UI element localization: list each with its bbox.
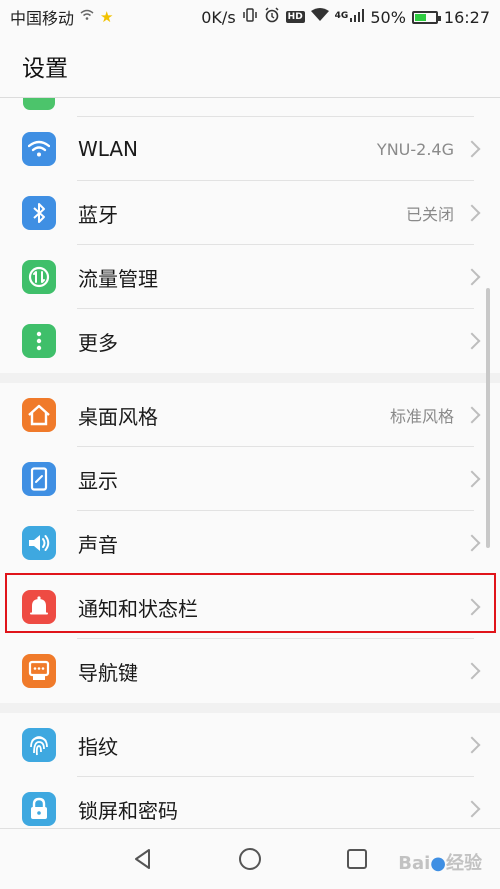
wifi-calling-icon [80,9,94,25]
vibrate-icon [242,8,258,26]
settings-item-label: 锁屏和密码 [78,798,178,823]
chevron-right-icon [463,268,481,286]
network-speed: 0K/s [201,7,236,27]
network-type: 4G [334,11,349,21]
settings-item-label: 流量管理 [78,266,158,291]
chevron-right-icon [463,800,481,818]
home-button[interactable] [230,839,270,879]
partial-list-item [0,98,500,117]
chevron-right-icon [463,598,481,616]
status-bar: 中国移动 ★ 0K/s HD 4G 50% 16:27 [0,0,500,34]
settings-list[interactable]: WLAN YNU-2.4G 蓝牙 已关闭流量管理更多 桌面风格 标准风格显示声音通知和状… [0,98,500,828]
battery-icon [411,10,441,24]
settings-item-2-0[interactable]: 指纹 [0,713,500,777]
chevron-right-icon [463,534,481,552]
settings-item-label: 更多 [78,330,118,355]
recents-square-icon [346,849,367,869]
lock-icon [22,792,56,826]
page-title: 设置 [22,55,68,82]
wifi-signal-icon [310,8,329,26]
settings-item-label: 显示 [78,468,118,493]
settings-item-2-1[interactable]: 锁屏和密码 [0,777,500,828]
settings-item-label: 导航键 [78,660,138,685]
clock: 16:27 [443,7,490,27]
settings-item-value: 标准风格 [389,407,454,426]
carrier-label: 中国移动 [10,9,75,28]
wifi-icon [22,132,56,166]
display-icon [22,462,56,496]
fingerprint-icon [22,728,56,762]
back-button[interactable] [123,839,163,879]
more-icon [22,324,56,358]
settings-item-value: 已关闭 [405,205,454,224]
chevron-right-icon [463,470,481,488]
settings-item-label: WLAN [78,137,139,161]
settings-group-security: 指纹 锁屏和密码 [0,713,500,828]
alarm-icon [264,7,280,27]
cell-signal-icon [350,8,365,26]
chevron-right-icon [463,662,481,680]
scrollbar[interactable] [486,288,490,548]
settings-item-1-1[interactable]: 显示 [0,447,500,511]
settings-item-label: 指纹 [78,734,118,759]
sound-icon [22,526,56,560]
battery-percent: 50% [370,7,406,27]
back-triangle-icon [135,849,151,869]
settings-item-1-2[interactable]: 声音 [0,511,500,575]
settings-item-label: 声音 [78,532,118,557]
chevron-right-icon [463,204,481,222]
settings-item-label: 蓝牙 [78,202,118,227]
settings-group-display: 桌面风格 标准风格显示声音通知和状态栏 导航键 [0,383,500,703]
navigation-key-icon [22,654,56,688]
star-icon: ★ [100,8,114,26]
settings-item-label: 通知和状态栏 [78,596,198,621]
home-circle-icon [238,848,261,870]
settings-item-1-0[interactable]: 桌面风格 标准风格 [0,383,500,447]
recents-button[interactable] [337,839,377,879]
chevron-right-icon [463,406,481,424]
hd-badge: HD [285,11,305,23]
chevron-right-icon [463,332,481,350]
partial-item-icon [23,98,55,110]
settings-item-0-0[interactable]: WLAN YNU-2.4G [0,117,500,181]
chevron-right-icon [463,140,481,158]
watermark: Bai●经验 [398,853,482,874]
settings-item-0-1[interactable]: 蓝牙 已关闭 [0,181,500,245]
battery-fill [414,13,426,21]
settings-item-1-3[interactable]: 通知和状态栏 [0,575,500,639]
data-usage-icon [22,260,56,294]
bluetooth-icon [22,196,56,230]
settings-item-0-3[interactable]: 更多 [0,309,500,373]
settings-item-value: YNU-2.4G [376,139,454,159]
settings-item-1-4[interactable]: 导航键 [0,639,500,703]
bell-icon [22,590,56,624]
settings-item-label: 桌面风格 [78,404,158,429]
settings-item-0-2[interactable]: 流量管理 [0,245,500,309]
chevron-right-icon [463,736,481,754]
home-icon [22,398,56,432]
app-header: 设置 [0,34,500,98]
settings-group-connectivity: WLAN YNU-2.4G 蓝牙 已关闭流量管理更多 [0,117,500,373]
